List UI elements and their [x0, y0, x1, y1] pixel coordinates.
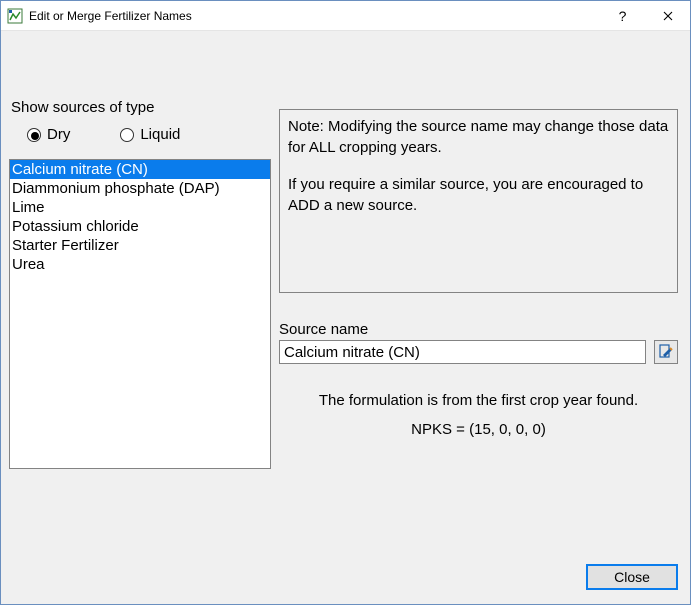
close-button[interactable]: Close [586, 564, 678, 590]
radio-liquid-label: Liquid [140, 126, 180, 143]
titlebar: Edit or Merge Fertilizer Names ? [1, 1, 690, 31]
list-item[interactable]: Lime [10, 198, 270, 217]
source-name-label: Source name [279, 321, 678, 338]
list-item[interactable]: Starter Fertilizer [10, 236, 270, 255]
help-button[interactable]: ? [600, 1, 645, 30]
source-name-input[interactable] [279, 340, 646, 364]
radio-dry[interactable]: Dry [27, 126, 70, 143]
app-icon [7, 8, 23, 24]
formulation-text: The formulation is from the first crop y… [279, 392, 678, 409]
npks-value: NPKS = (15, 0, 0, 0) [279, 421, 678, 438]
note-line2: If you require a similar source, you are… [288, 174, 669, 216]
note-panel: Note: Modifying the source name may chan… [279, 109, 678, 293]
radio-dot-icon [120, 128, 134, 142]
window-close-button[interactable] [645, 1, 690, 30]
close-button-label: Close [614, 569, 650, 585]
radio-dry-label: Dry [47, 126, 70, 143]
filter-label: Show sources of type [11, 99, 271, 116]
edit-source-button[interactable] [654, 340, 678, 364]
source-listbox[interactable]: Calcium nitrate (CN) Diammonium phosphat… [9, 159, 271, 469]
dialog-content: Show sources of type Dry Liquid Calcium … [1, 31, 690, 604]
radio-liquid[interactable]: Liquid [120, 126, 180, 143]
list-item[interactable]: Potassium chloride [10, 217, 270, 236]
window-title: Edit or Merge Fertilizer Names [29, 9, 600, 23]
list-item[interactable]: Calcium nitrate (CN) [10, 160, 270, 179]
list-item[interactable]: Diammonium phosphate (DAP) [10, 179, 270, 198]
radio-dot-icon [27, 128, 41, 142]
dialog-window: Edit or Merge Fertilizer Names ? Show so… [0, 0, 691, 605]
list-item[interactable]: Urea [10, 255, 270, 274]
filter-radio-group: Dry Liquid [27, 126, 271, 143]
note-line1: Note: Modifying the source name may chan… [288, 116, 669, 158]
pencil-icon [659, 344, 673, 361]
